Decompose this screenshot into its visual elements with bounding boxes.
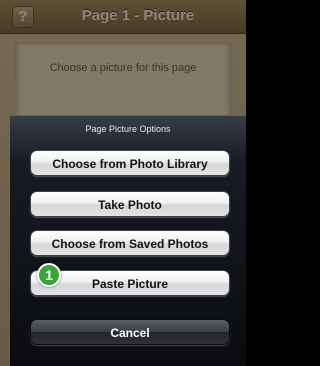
cancel-button[interactable]: Cancel bbox=[30, 319, 230, 345]
step-number-badge: 1 bbox=[37, 263, 61, 287]
take-photo-button[interactable]: Take Photo bbox=[30, 191, 230, 217]
action-sheet: Page Picture Options Choose from Photo L… bbox=[10, 115, 246, 366]
action-sheet-title: Page Picture Options bbox=[85, 124, 171, 134]
choose-from-photo-library-button[interactable]: Choose from Photo Library bbox=[30, 150, 230, 176]
screen: ? Page 1 - Picture Choose a picture for … bbox=[0, 0, 246, 366]
choose-from-saved-photos-button[interactable]: Choose from Saved Photos bbox=[30, 230, 230, 256]
